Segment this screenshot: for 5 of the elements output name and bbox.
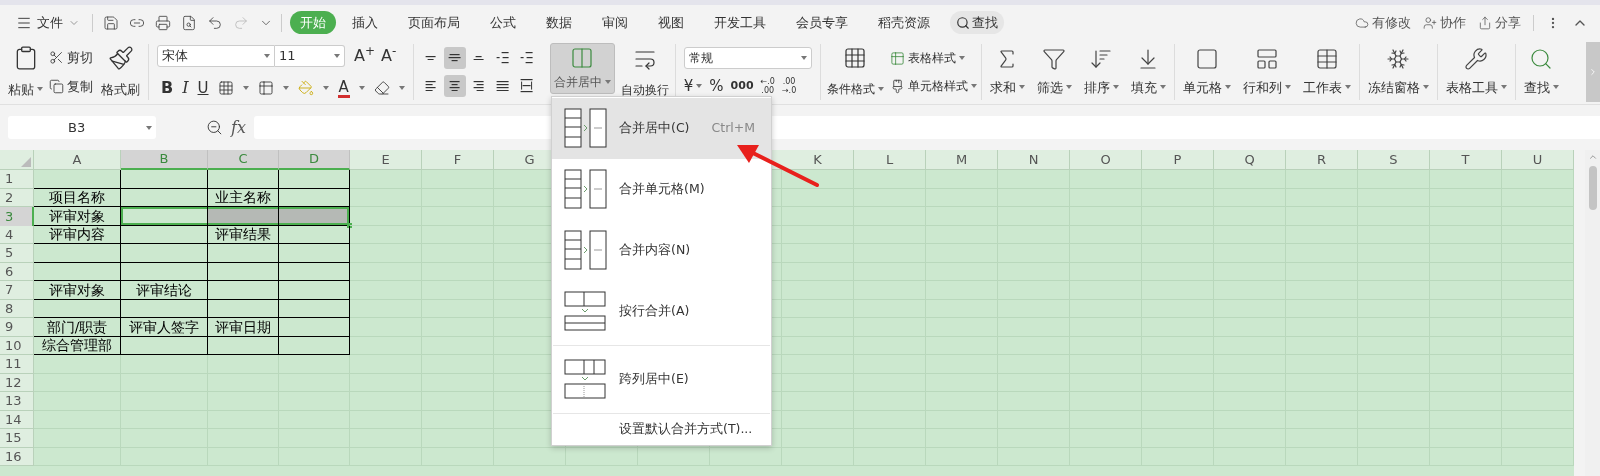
shortcut-label: Ctrl+M bbox=[711, 119, 755, 138]
decimal-label: .00 bbox=[760, 86, 775, 95]
decimal-label: →.0 bbox=[781, 86, 797, 95]
decimal-label: ←.0 bbox=[760, 77, 775, 86]
decimal-label: .00 bbox=[781, 77, 797, 86]
